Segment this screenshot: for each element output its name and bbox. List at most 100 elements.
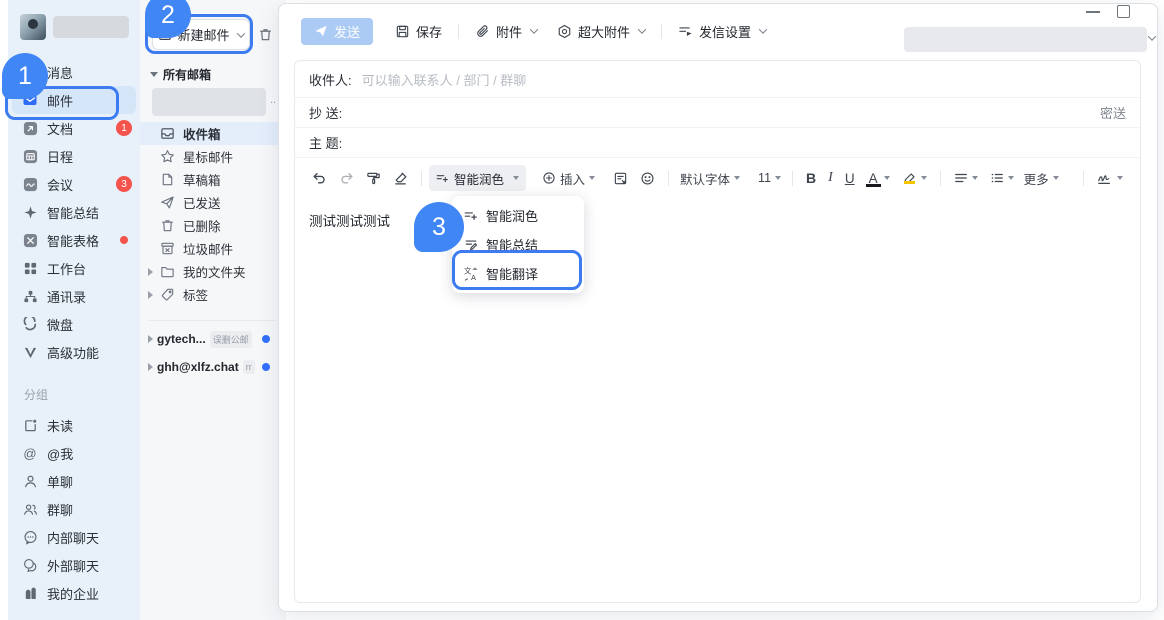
- signature-button[interactable]: [1091, 165, 1129, 191]
- sidebar-item-advanced[interactable]: 高级功能: [8, 338, 140, 366]
- cc-field[interactable]: 抄 送: 密送: [295, 98, 1140, 128]
- clear-format-button[interactable]: [387, 165, 414, 191]
- insert-button[interactable]: 插入: [538, 169, 599, 188]
- sidebar-item-group-chat[interactable]: 群聊: [8, 495, 140, 523]
- highlight-button[interactable]: [896, 165, 933, 191]
- paperclip-icon: [475, 24, 490, 39]
- expand-arrow-icon[interactable]: [148, 363, 153, 371]
- maximize-button[interactable]: [1117, 5, 1130, 18]
- divider: [1083, 171, 1084, 186]
- double-bubble-icon: [22, 557, 38, 573]
- caret-down-icon: [1008, 176, 1014, 180]
- sidebar-item-label: @我: [47, 444, 73, 463]
- sidebar-nav: 消息 邮件 文档 1 日程 会议 3: [8, 58, 140, 366]
- avatar[interactable]: [20, 14, 46, 40]
- font-size-select[interactable]: 11: [754, 171, 785, 185]
- template-button[interactable]: [607, 165, 634, 191]
- profile[interactable]: [8, 0, 140, 48]
- folder-drafts[interactable]: 草稿箱: [140, 168, 286, 191]
- sidebar-item-drive[interactable]: 微盘: [8, 310, 140, 338]
- align-button[interactable]: [948, 165, 984, 191]
- folder-starred[interactable]: 星标邮件: [140, 145, 286, 168]
- sidebar-item-smart-table[interactable]: 智能表格: [8, 226, 140, 254]
- account-name-redacted[interactable]: [152, 88, 266, 116]
- sidebar-item-label: 高级功能: [47, 343, 99, 362]
- divider: [668, 171, 669, 186]
- subject-field[interactable]: 主 题:: [295, 128, 1140, 158]
- underline-button[interactable]: U: [839, 165, 861, 191]
- drive-icon: [22, 316, 38, 332]
- sidebar-item-meeting[interactable]: 会议 3: [8, 170, 140, 198]
- account-row-ghh[interactable]: ghh@xlfz.chat rr: [140, 354, 286, 380]
- folder-label: 垃圾邮件: [183, 239, 233, 258]
- sidebar-item-calendar[interactable]: 日程: [8, 142, 140, 170]
- sidebar-item-label: 微盘: [47, 315, 73, 334]
- folder-inbox[interactable]: 收件箱: [140, 122, 286, 145]
- italic-button[interactable]: I: [822, 165, 839, 191]
- folder-deleted[interactable]: 已删除: [140, 214, 286, 237]
- sidebar-item-docs[interactable]: 文档 1: [8, 114, 140, 142]
- ai-summary-icon: [464, 238, 478, 252]
- sidebar-item-single-chat[interactable]: 单聊: [8, 467, 140, 495]
- send-settings-button[interactable]: 发信设置: [678, 22, 766, 41]
- font-color-button[interactable]: A: [861, 165, 896, 191]
- all-mailboxes-toggle[interactable]: 所有邮箱: [150, 66, 211, 83]
- menu-item-ai-polish[interactable]: 智能润色: [452, 201, 584, 230]
- to-field[interactable]: 收件人: 可以输入联系人 / 部门 / 群聊: [295, 61, 1140, 98]
- folder-list: 收件箱 星标邮件 草稿箱 已发送 已删除: [140, 122, 286, 306]
- ai-dropdown-menu: 智能润色 智能总结 文A 智能翻译: [452, 196, 584, 293]
- docs-unread-badge: 1: [116, 120, 132, 136]
- sidebar-item-my-company[interactable]: 我的企业: [8, 579, 140, 607]
- divider: [148, 320, 276, 321]
- bold-button[interactable]: B: [800, 165, 822, 191]
- account-row-gytech[interactable]: gytech... 误删公邮: [140, 326, 286, 352]
- more-formats-button[interactable]: 更多: [1020, 169, 1063, 188]
- caret-down-icon: [513, 176, 519, 180]
- folder-tags[interactable]: 标签: [140, 283, 286, 306]
- expand-arrow-icon[interactable]: [148, 291, 153, 299]
- large-attachment-button[interactable]: 超大附件: [557, 22, 645, 41]
- sidebar-item-label: 通讯录: [47, 287, 86, 306]
- send-button[interactable]: 发送: [301, 18, 373, 45]
- ai-polish-icon: [464, 209, 478, 223]
- junk-icon: [160, 241, 175, 256]
- redo-button[interactable]: [333, 165, 360, 191]
- sidebar-item-internal-chat[interactable]: 内部聊天: [8, 523, 140, 551]
- account-more-dots[interactable]: ..: [270, 94, 276, 106]
- all-mailboxes-label: 所有邮箱: [163, 66, 211, 83]
- ai-polish-button[interactable]: 智能润色: [429, 165, 526, 191]
- undo-button[interactable]: [306, 165, 333, 191]
- save-button[interactable]: 保存: [395, 22, 442, 41]
- list-button[interactable]: [984, 165, 1020, 191]
- unread-dot: [262, 363, 270, 371]
- trash-icon: [160, 218, 175, 233]
- delete-mail-button[interactable]: [258, 27, 273, 42]
- folder-my-folders[interactable]: 我的文件夹: [140, 260, 286, 283]
- sender-account-select[interactable]: [904, 27, 1147, 52]
- expand-arrow-icon[interactable]: [148, 335, 153, 343]
- minimize-button[interactable]: [1086, 11, 1100, 13]
- emoji-button[interactable]: [634, 165, 661, 191]
- to-placeholder: 可以输入联系人 / 部门 / 群聊: [362, 70, 527, 89]
- folder-sent[interactable]: 已发送: [140, 191, 286, 214]
- expand-arrow-icon[interactable]: [148, 268, 153, 276]
- bcc-link[interactable]: 密送: [1100, 103, 1126, 122]
- sidebar-item-unread[interactable]: 未读: [8, 411, 140, 439]
- sidebar-item-ai-summary[interactable]: 智能总结: [8, 198, 140, 226]
- sidebar-item-label: 智能总结: [47, 203, 99, 222]
- menu-item-ai-summary[interactable]: 智能总结: [452, 230, 584, 259]
- format-painter-button[interactable]: [360, 165, 387, 191]
- tag-icon: [160, 287, 175, 302]
- sidebar-item-label: 智能表格: [47, 231, 99, 250]
- sidebar-item-workbench[interactable]: 工作台: [8, 254, 140, 282]
- menu-item-ai-translate[interactable]: 文A 智能翻译: [452, 259, 584, 288]
- font-family-select[interactable]: 默认字体: [676, 169, 744, 188]
- folder-junk[interactable]: 垃圾邮件: [140, 237, 286, 260]
- sidebar-item-external-chat[interactable]: 外部聊天: [8, 551, 140, 579]
- attachment-button[interactable]: 附件: [475, 22, 537, 41]
- paper-plane-icon: [160, 195, 175, 210]
- triangle-down-icon: [150, 72, 158, 77]
- sidebar-item-at-me[interactable]: @ @我: [8, 439, 140, 467]
- sidebar-item-contacts[interactable]: 通讯录: [8, 282, 140, 310]
- compose-toolbar: 发送 保存 附件 超大附件 发信设置: [279, 4, 1157, 58]
